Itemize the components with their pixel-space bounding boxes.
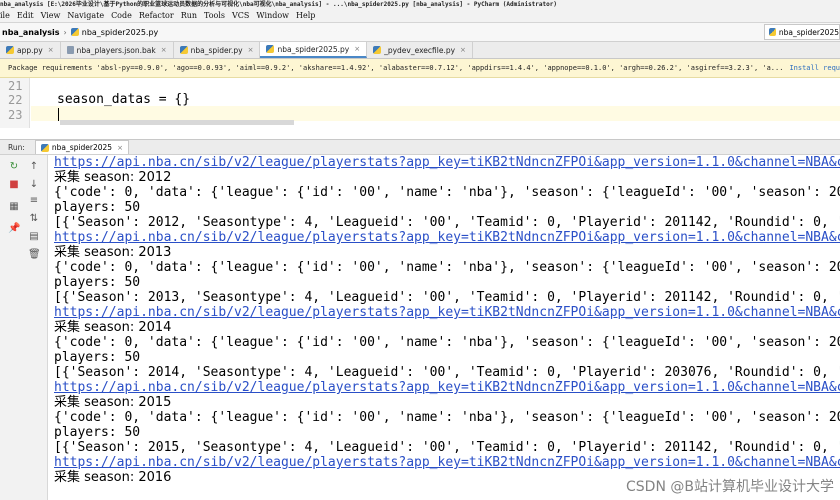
editor-tab-label: nba_spider2025.py (277, 44, 350, 54)
editor-tabs: app.py × nba_players.json.bak × nba_spider.p… (0, 42, 840, 59)
scroll-down-icon[interactable]: ↓ (28, 179, 40, 191)
console-link[interactable]: https://api.nba.cn/sib/v2/league/players… (54, 155, 840, 170)
console-line: 采集 season: 2013 (54, 245, 172, 260)
banner-text: Package requirements 'absl-py==0.9.0', '… (8, 64, 784, 72)
run-tab-label: nba_spider2025 (51, 143, 113, 152)
console-line: 采集 season: 2015 (54, 395, 172, 410)
editor-tab[interactable]: app.py × (0, 42, 61, 58)
menu-item[interactable]: Navigate (67, 11, 104, 20)
menu-bar: ile Edit View Navigate Code Refactor Run Tools V… (0, 9, 840, 23)
console-line: players: 50 (54, 425, 141, 440)
menu-item[interactable]: Refactor (139, 11, 174, 20)
python-file-icon (266, 45, 275, 53)
pin-icon[interactable]: 📌 (8, 223, 20, 235)
editor-tab[interactable]: _pydev_execfile.py × (367, 42, 473, 58)
line-number-gutter: 21 22 23 (0, 78, 30, 128)
trash-icon[interactable]: 🗑 (28, 249, 41, 261)
run-tab[interactable]: nba_spider2025 × (34, 140, 129, 154)
close-icon[interactable]: × (248, 46, 254, 54)
code-line[interactable]: season_datas = {} (57, 92, 190, 107)
console-line: [{'Season': 2013, 'Seasontype': 4, 'Leag… (54, 290, 840, 305)
editor-tab-label: app.py (17, 45, 43, 55)
run-toolbar: ↻ ■ ↑ ↓ ▦ ≡ ⇅ 📌 ▤ 🗑 (0, 155, 48, 500)
console-line: [{'Season': 2015, 'Seasontype': 4, 'Leag… (54, 440, 840, 455)
breadcrumb-file[interactable]: nba_spider2025.py (70, 27, 159, 37)
python-file-icon (6, 46, 14, 54)
close-icon[interactable]: × (354, 45, 360, 53)
console-line: 采集 season: 2012 (54, 170, 172, 185)
window-title: nba_analysis [E:\2026毕业设计\基于Python的职业篮球运… (0, 0, 840, 9)
python-file-icon (40, 143, 49, 152)
print-icon[interactable]: ▤ (28, 231, 40, 243)
close-icon[interactable]: × (161, 46, 167, 54)
run-configuration-select[interactable]: nba_spider2025 (764, 24, 840, 40)
line-number: 22 (8, 93, 23, 107)
text-caret (58, 108, 59, 121)
menu-item[interactable]: Run (181, 11, 197, 20)
console-link[interactable]: https://api.nba.cn/sib/v2/league/players… (54, 230, 840, 245)
console-line: 采集 season: 2016 (54, 470, 172, 485)
console-line: players: 50 (54, 200, 141, 215)
console-line: {'code': 0, 'data': {'league': {'id': '0… (54, 410, 840, 425)
code-editor[interactable]: 21 22 23 season_datas = {} (0, 78, 840, 128)
editor-tab-label: nba_spider.py (190, 45, 243, 55)
line-number: 23 (8, 108, 23, 122)
scroll-up-icon[interactable]: ↑ (28, 161, 40, 173)
current-line-highlight (31, 106, 840, 121)
package-requirements-banner: Package requirements 'absl-py==0.9.0', '… (0, 59, 840, 78)
menu-item[interactable]: ile (0, 11, 10, 20)
line-number: 21 (8, 79, 23, 93)
navigation-bar: nba_analysis › nba_spider2025.py nba_spi… (0, 23, 840, 42)
editor-tab[interactable]: nba_spider2025.py × (260, 42, 368, 58)
console-line: {'code': 0, 'data': {'league': {'id': '0… (54, 260, 840, 275)
editor-tab[interactable]: nba_spider.py × (174, 42, 261, 58)
menu-item[interactable]: Help (296, 11, 315, 20)
breadcrumb-project[interactable]: nba_analysis (2, 28, 60, 37)
layout-icon[interactable]: ▦ (8, 201, 20, 213)
menu-item[interactable]: Tools (204, 11, 225, 20)
python-file-icon (373, 46, 382, 54)
watermark: CSDN @B站计算机毕业设计大学 (626, 479, 834, 495)
console-link[interactable]: https://api.nba.cn/sib/v2/league/players… (54, 455, 840, 470)
close-icon[interactable]: × (117, 144, 123, 152)
file-icon (66, 46, 74, 54)
menu-item[interactable]: Window (256, 11, 289, 20)
breadcrumb-file-label: nba_spider2025.py (81, 27, 159, 37)
menu-item[interactable]: VCS (232, 11, 249, 20)
install-requirements-link[interactable]: Install requirements (789, 64, 840, 72)
console-output[interactable]: https://api.nba.cn/sib/v2/league/players… (48, 155, 840, 500)
rerun-icon[interactable]: ↻ (8, 161, 20, 173)
breadcrumb-separator-icon: › (63, 27, 67, 37)
console-line: players: 50 (54, 275, 141, 290)
python-file-icon (769, 28, 776, 36)
console-line: [{'Season': 2012, 'Seasontype': 4, 'Leag… (54, 215, 840, 230)
editor-tab-label: _pydev_execfile.py (384, 45, 456, 55)
menu-item[interactable]: Code (111, 11, 132, 20)
close-icon[interactable]: × (460, 46, 466, 54)
console-line: {'code': 0, 'data': {'league': {'id': '0… (54, 185, 840, 200)
soft-wrap-icon[interactable]: ≡ (28, 195, 40, 207)
stop-icon[interactable]: ■ (8, 179, 20, 191)
console-line: [{'Season': 2014, 'Seasontype': 4, 'Leag… (54, 365, 840, 380)
console-line: players: 50 (54, 350, 141, 365)
run-panel-label: Run: (8, 142, 25, 152)
menu-item[interactable]: View (41, 11, 61, 20)
python-file-icon (70, 28, 79, 36)
console-link[interactable]: https://api.nba.cn/sib/v2/league/players… (54, 305, 840, 320)
close-icon[interactable]: × (48, 46, 54, 54)
run-panel-header: Run: nba_spider2025 × (0, 139, 840, 155)
editor-tab-label: nba_players.json.bak (76, 45, 156, 55)
menu-item[interactable]: Edit (17, 11, 34, 20)
horizontal-scrollbar[interactable] (60, 120, 294, 125)
sort-icon[interactable]: ⇅ (28, 213, 40, 225)
python-file-icon (179, 46, 188, 54)
run-configuration-label: nba_spider2025 (778, 27, 839, 37)
console-link[interactable]: https://api.nba.cn/sib/v2/league/players… (54, 380, 840, 395)
editor-tab[interactable]: nba_players.json.bak × (61, 42, 174, 58)
console-line: {'code': 0, 'data': {'league': {'id': '0… (54, 335, 840, 350)
console-line: 采集 season: 2014 (54, 320, 172, 335)
